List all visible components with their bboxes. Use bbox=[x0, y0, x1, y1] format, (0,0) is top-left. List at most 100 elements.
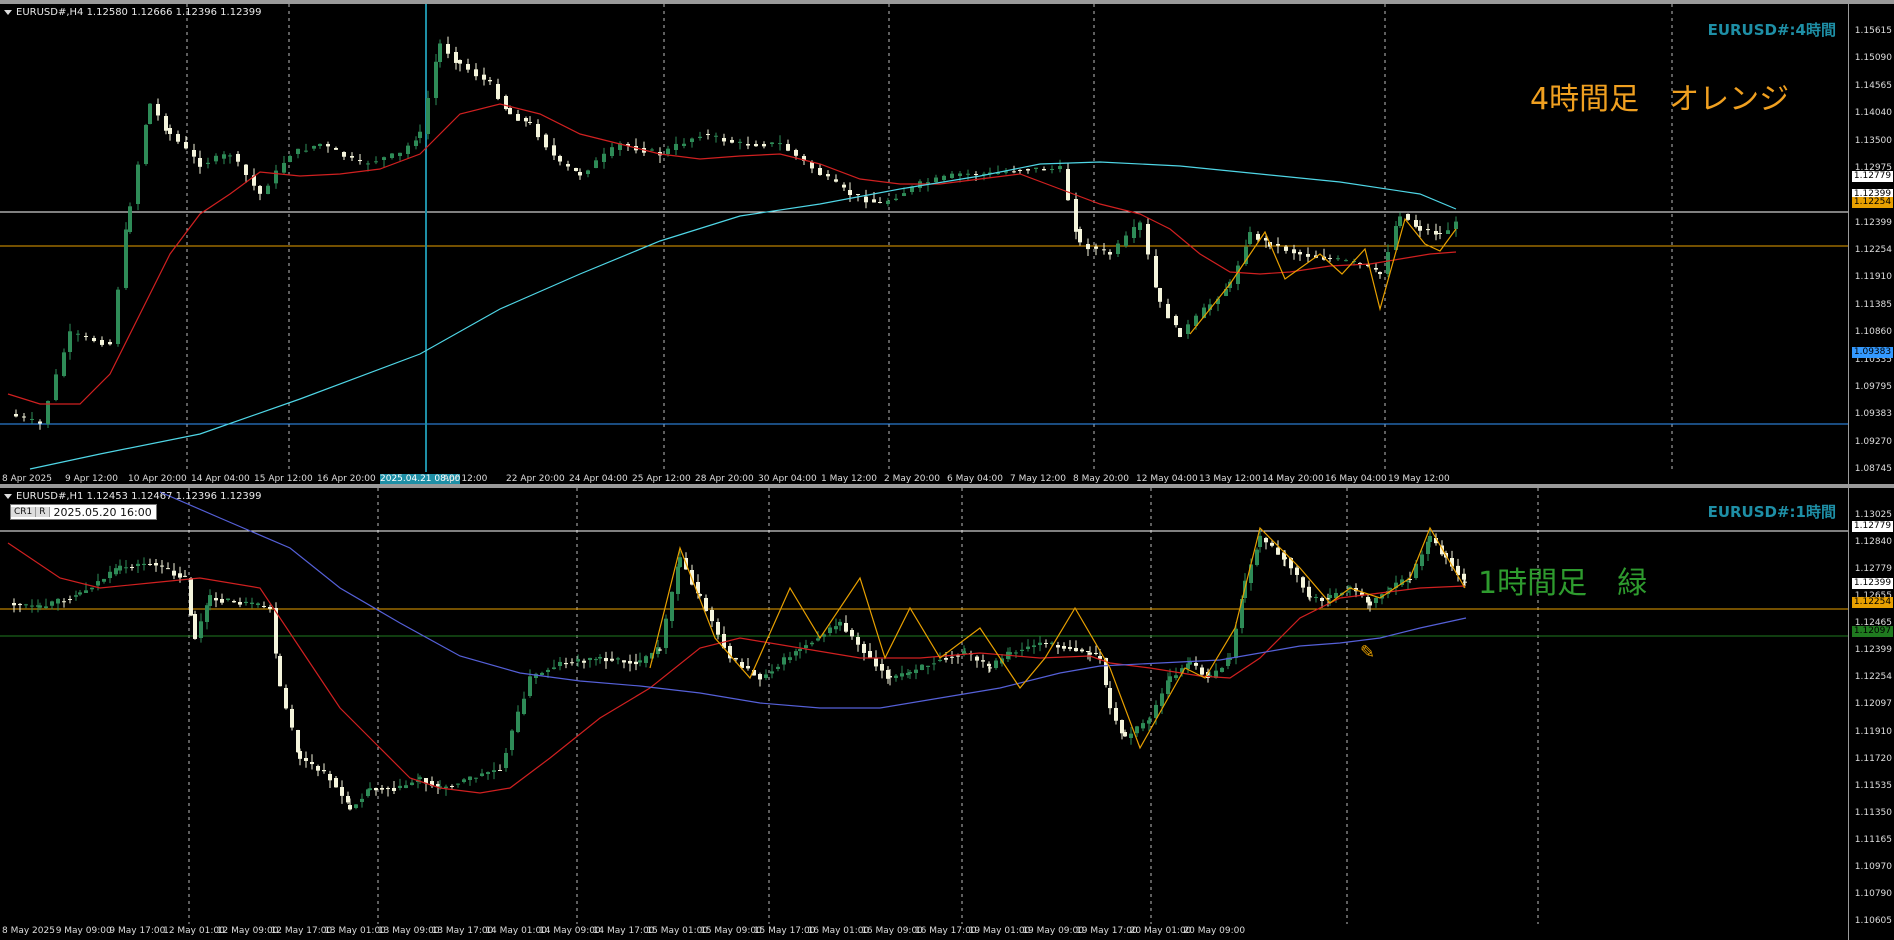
candle-body bbox=[418, 777, 422, 779]
candle-body bbox=[1038, 642, 1042, 645]
candle-body bbox=[84, 590, 88, 593]
candle-body bbox=[622, 660, 626, 663]
candle-body bbox=[706, 134, 710, 136]
crosshair-datetime-box[interactable]: CR1 R 2025.05.20 16:00 bbox=[10, 504, 157, 520]
candle-body bbox=[816, 638, 820, 641]
candle-body bbox=[62, 601, 66, 603]
price-label: 1.10605 bbox=[1854, 916, 1892, 926]
candle-body bbox=[1374, 268, 1378, 270]
candle-body bbox=[594, 659, 598, 661]
h4-price-axis[interactable]: 1.15615 1.15090 1.14565 1.14040 1.13500 1.129… bbox=[1848, 4, 1894, 488]
candle-body bbox=[414, 140, 418, 146]
candle-body bbox=[56, 598, 60, 604]
candle-body bbox=[838, 621, 842, 626]
candle-body bbox=[328, 774, 332, 781]
h1-price-chart[interactable] bbox=[0, 488, 1849, 924]
candle-body bbox=[956, 655, 960, 657]
candle-body bbox=[214, 598, 218, 601]
candle-body bbox=[738, 141, 742, 143]
time-label: 7 May 12:00 bbox=[1010, 474, 1066, 484]
candle-body bbox=[1388, 587, 1392, 590]
candle-body bbox=[586, 170, 590, 174]
candle-body bbox=[900, 673, 904, 677]
candle-body bbox=[278, 656, 282, 687]
candle-body bbox=[1042, 169, 1046, 171]
candle-body bbox=[604, 658, 608, 662]
h1-time-axis[interactable]: 8 May 2025 9 May 09:00 9 May 17:00 12 May 0… bbox=[0, 924, 1849, 940]
candle-body bbox=[176, 134, 180, 142]
crosshair-r-button[interactable]: R bbox=[36, 507, 50, 517]
candle-body bbox=[666, 148, 670, 154]
candle-body bbox=[644, 656, 648, 663]
time-label: 1 May 12:00 bbox=[821, 474, 877, 484]
candle-body bbox=[296, 730, 300, 753]
time-label: 20 May 01:00 bbox=[1129, 926, 1192, 936]
candle-body bbox=[108, 571, 112, 578]
candle-body bbox=[222, 154, 226, 159]
candle-body bbox=[318, 143, 322, 146]
candle-body bbox=[1258, 535, 1262, 547]
candle-body bbox=[1068, 647, 1072, 649]
candle-body bbox=[1026, 169, 1030, 171]
candle-body bbox=[1056, 645, 1060, 648]
candle-body bbox=[22, 416, 26, 418]
price-label: 1.15090 bbox=[1854, 53, 1892, 64]
candle-body bbox=[670, 591, 674, 621]
candle-body bbox=[1154, 256, 1158, 288]
price-label: 1.13500 bbox=[1854, 135, 1892, 146]
candle-body bbox=[193, 614, 197, 639]
time-label: 16 Apr 20:00 bbox=[317, 474, 376, 484]
candle-body bbox=[298, 751, 302, 759]
candle-body bbox=[638, 660, 642, 663]
candle-body bbox=[1301, 577, 1305, 588]
dropdown-arrow-icon[interactable] bbox=[4, 493, 12, 499]
candle-body bbox=[1078, 229, 1082, 243]
time-label: 15 May 09:00 bbox=[700, 926, 762, 936]
candle-body bbox=[1298, 252, 1302, 255]
candle-body bbox=[656, 647, 660, 654]
h1-zigzag-line bbox=[649, 526, 1466, 750]
candle-body bbox=[102, 578, 106, 582]
candle-body bbox=[1438, 233, 1442, 234]
candle-body bbox=[1166, 304, 1170, 319]
candle-body bbox=[244, 601, 248, 603]
candle-body bbox=[864, 196, 868, 203]
dropdown-arrow-icon[interactable] bbox=[4, 9, 12, 15]
candle-body bbox=[116, 289, 120, 344]
candle-body bbox=[404, 785, 408, 788]
candle-body bbox=[238, 602, 242, 605]
price-label: 1.12399 bbox=[1854, 645, 1892, 656]
candle-body bbox=[966, 173, 970, 175]
candle-body bbox=[674, 143, 678, 150]
candle-body bbox=[392, 788, 396, 791]
candle-body bbox=[1148, 718, 1152, 720]
candle-body bbox=[148, 103, 152, 124]
candle-body bbox=[872, 199, 876, 203]
candle-body bbox=[544, 134, 548, 148]
candle-body bbox=[1124, 235, 1128, 246]
candle-body bbox=[236, 154, 240, 162]
h4-chart-pane[interactable]: EURUSD#,H4 1.12580 1.12666 1.12396 1.123… bbox=[0, 4, 1894, 488]
candle-body bbox=[1420, 554, 1424, 566]
candle-body bbox=[30, 605, 34, 607]
candle-body bbox=[1320, 598, 1324, 601]
candle-body bbox=[770, 671, 774, 674]
candle-body bbox=[804, 645, 808, 648]
candle-body bbox=[374, 161, 378, 163]
crosshair-cr1-button[interactable]: CR1 bbox=[11, 507, 37, 517]
candle-body bbox=[574, 168, 578, 171]
h1-price-axis[interactable]: 1.130251.128401.127791.126551.124651.123… bbox=[1848, 488, 1894, 940]
candle-body bbox=[546, 669, 550, 672]
candle-body bbox=[754, 144, 758, 147]
candle-body bbox=[398, 152, 402, 156]
candle-body bbox=[136, 563, 140, 566]
h1-chart-pane[interactable]: EURUSD#,H1 1.12453 1.12467 1.12396 1.123… bbox=[0, 488, 1894, 940]
candle-body bbox=[788, 657, 792, 660]
candle-body bbox=[902, 193, 906, 196]
candle-body bbox=[1014, 652, 1018, 654]
candle-body bbox=[1428, 535, 1432, 542]
candle-body bbox=[316, 766, 320, 771]
candle-body bbox=[848, 190, 852, 196]
candle-body bbox=[504, 96, 508, 110]
h4-symbol-title: EURUSD#:4時間 bbox=[1707, 21, 1836, 39]
